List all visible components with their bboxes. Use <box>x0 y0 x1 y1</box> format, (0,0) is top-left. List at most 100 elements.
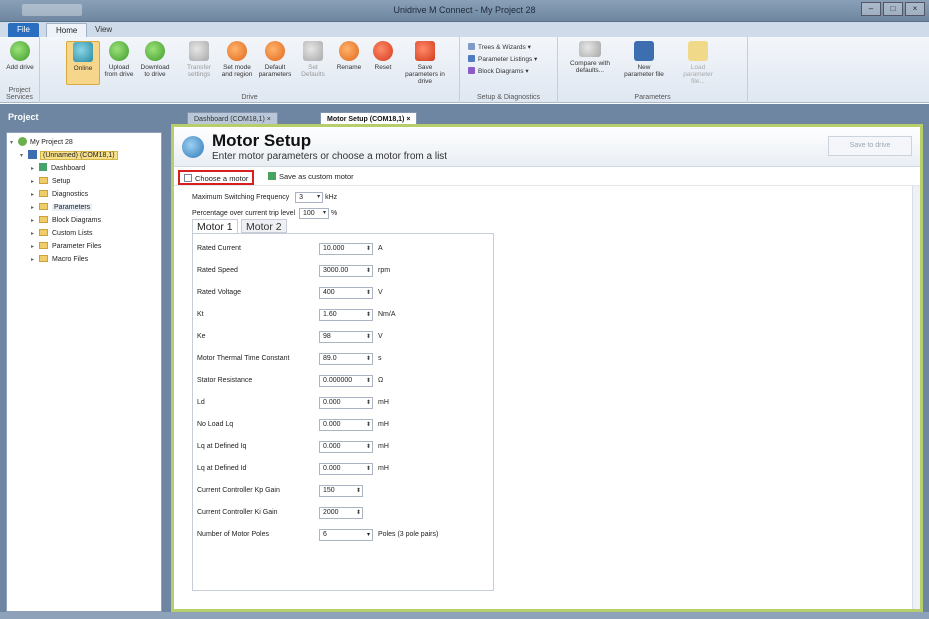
kp-gain-input[interactable]: 150 ⬍ <box>319 485 363 497</box>
rated-current-input[interactable]: 10.000 ⬍ <box>319 243 373 255</box>
save-params-icon <box>415 41 435 61</box>
spinner-icon[interactable]: ⬍ <box>366 398 371 408</box>
tab-file[interactable]: File <box>8 23 39 37</box>
reset-icon <box>373 41 393 61</box>
drive-icon <box>28 150 37 159</box>
rated-voltage-input[interactable]: 400 ⬍ <box>319 287 373 299</box>
choose-motor-button[interactable]: Choose a motor <box>178 170 255 185</box>
thermal-time-constant-input[interactable]: 89.0 ⬍ <box>319 353 373 365</box>
rated-speed-input[interactable]: 3000.00 ⬍ <box>319 265 373 277</box>
ke-input[interactable]: 98 ⬍ <box>319 331 373 343</box>
diagram-icon <box>468 67 475 74</box>
lq-defined-id-input[interactable]: 0.000 ⬍ <box>319 463 373 475</box>
tree-item-parameter-files[interactable]: ▸ Parameter Files <box>31 241 101 253</box>
set-mode-region-button[interactable]: Set mode and region <box>220 41 254 78</box>
folder-icon <box>39 255 48 262</box>
compare-icon <box>579 41 601 57</box>
tree-item-custom-lists[interactable]: ▸ Custom Lists <box>31 228 92 240</box>
motor-setup-page: Motor Setup Enter motor parameters or ch… <box>174 127 920 609</box>
kt-input[interactable]: 1.60 ⬍ <box>319 309 373 321</box>
load-parameter-file-button[interactable]: Load parameter file... <box>676 41 720 85</box>
spinner-icon[interactable]: ⬍ <box>366 244 371 254</box>
action-bar: Choose a motor Save as custom motor <box>174 168 920 186</box>
reset-button[interactable]: Reset <box>366 41 400 71</box>
spinner-icon[interactable]: ⬍ <box>366 332 371 342</box>
ribbon-group-project-services: Add drive Project Services <box>0 37 40 103</box>
motor-poles-select[interactable]: 6 ▾ <box>319 529 373 541</box>
spinner-icon[interactable]: ⬍ <box>366 310 371 320</box>
spinner-icon[interactable]: ⬍ <box>366 442 371 452</box>
tree-item-block-diagrams[interactable]: ▸ Block Diagrams <box>31 215 101 227</box>
default-parameters-button[interactable]: Default parameters <box>258 41 292 78</box>
document-area: Dashboard (COM18,1) × Motor Setup (COM18… <box>165 104 929 619</box>
project-tree[interactable]: ▾ My Project 28 ▾ (Unnamed) (COM18,1) ▸ Das… <box>6 132 162 612</box>
rename-icon <box>339 41 359 61</box>
maximize-button[interactable]: □ <box>883 2 903 16</box>
close-icon[interactable]: × <box>406 116 410 123</box>
spinner-icon[interactable]: ⬍ <box>366 464 371 474</box>
spinner-icon[interactable]: ⬍ <box>366 354 371 364</box>
folder-icon <box>39 203 48 210</box>
tree-item-diagnostics[interactable]: ▸ Diagnostics <box>31 189 88 201</box>
lq-defined-iq-input[interactable]: 0.000 ⬍ <box>319 441 373 453</box>
stator-resistance-input[interactable]: 0.000000 ⬍ <box>319 375 373 387</box>
tree-item-macro-files[interactable]: ▸ Macro Files <box>31 254 88 266</box>
block-diagrams-button[interactable]: Block Diagrams ▾ <box>468 67 529 77</box>
spinner-icon[interactable]: ⬍ <box>366 376 371 386</box>
load-param-file-icon <box>688 41 708 61</box>
dashboard-icon <box>39 163 47 171</box>
download-to-drive-button[interactable]: Download to drive <box>138 41 172 78</box>
save-custom-motor-button[interactable]: Save as custom motor <box>264 170 358 185</box>
ribbon-group-setup: Trees & Wizards ▾ Parameter Listings ▾ B… <box>460 37 558 103</box>
ribbon-tabs: File Home View <box>0 22 929 37</box>
vertical-scrollbar[interactable] <box>912 186 920 609</box>
ki-gain-input[interactable]: 2000 ⬍ <box>319 507 363 519</box>
new-parameter-file-button[interactable]: New parameter file <box>622 41 666 78</box>
download-icon <box>145 41 165 61</box>
close-icon[interactable]: × <box>267 116 271 123</box>
upload-icon <box>109 41 129 61</box>
tab-home[interactable]: Home <box>46 23 88 37</box>
transfer-settings-button[interactable]: Transfer settings <box>182 41 216 78</box>
tree-item-parameters[interactable]: ▸ Parameters <box>31 202 93 214</box>
set-defaults-button[interactable]: Set Defaults <box>296 41 330 78</box>
tab-view[interactable]: View <box>86 23 121 37</box>
spinner-icon[interactable]: ⬍ <box>356 486 361 496</box>
title-bar: Unidrive M Connect - My Project 28 – □ × <box>0 0 929 22</box>
upload-from-drive-button[interactable]: Upload from drive <box>102 41 136 78</box>
project-icon <box>18 137 27 146</box>
folder-icon <box>39 229 48 236</box>
online-icon <box>73 42 93 62</box>
compare-defaults-button[interactable]: Compare with defaults... <box>568 41 612 74</box>
tab-motor-2[interactable]: Motor 2 <box>241 219 287 233</box>
save-to-drive-button[interactable]: Save to drive <box>828 136 912 156</box>
no-load-lq-input[interactable]: 0.000 ⬍ <box>319 419 373 431</box>
ld-input[interactable]: 0.000 ⬍ <box>319 397 373 409</box>
overcurrent-select[interactable]: 100 ▾ <box>299 207 329 219</box>
folder-icon <box>39 190 48 197</box>
save-parameters-button[interactable]: Save parameters in drive <box>402 41 448 85</box>
tree-item-setup[interactable]: ▸ Setup <box>31 176 70 188</box>
ribbon-group-label: Drive <box>241 94 258 101</box>
close-button[interactable]: × <box>905 2 925 16</box>
transfer-icon <box>189 41 209 61</box>
switching-frequency-select[interactable]: 3 ▾ <box>295 191 324 203</box>
parameter-listings-button[interactable]: Parameter Listings ▾ <box>468 55 537 65</box>
spinner-icon[interactable]: ⬍ <box>366 288 371 298</box>
ribbon: Add drive Project Services Online Upload… <box>0 37 929 103</box>
tab-motor-1[interactable]: Motor 1 <box>192 219 238 233</box>
motor-1-panel: Rated Current 10.000 ⬍ A Rated Speed 3000… <box>192 233 494 591</box>
folder-icon <box>39 242 48 249</box>
ribbon-group-label: Project Services <box>6 87 33 101</box>
tree-item-project[interactable]: ▾ My Project 28 <box>10 137 73 149</box>
online-button[interactable]: Online <box>66 41 100 85</box>
minimize-button[interactable]: – <box>861 2 881 16</box>
rename-button[interactable]: Rename <box>332 41 366 71</box>
spinner-icon[interactable]: ⬍ <box>356 508 361 518</box>
spinner-icon[interactable]: ⬍ <box>366 420 371 430</box>
tree-item-dashboard[interactable]: ▸ Dashboard <box>31 163 85 175</box>
tree-item-drive[interactable]: ▾ (Unnamed) (COM18,1) <box>20 150 118 162</box>
trees-wizards-button[interactable]: Trees & Wizards ▾ <box>468 43 531 53</box>
add-drive-button[interactable]: Add drive <box>3 41 37 71</box>
spinner-icon[interactable]: ⬍ <box>366 266 371 276</box>
